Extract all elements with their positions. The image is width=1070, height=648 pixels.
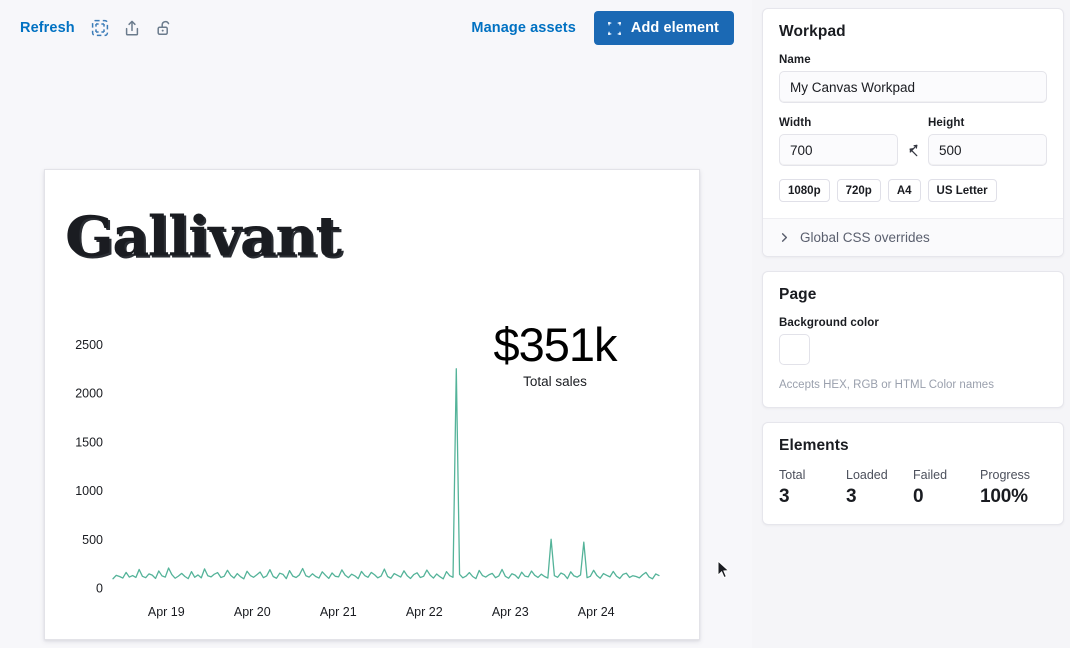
chart-series-line	[113, 369, 659, 579]
element-stat-label: Failed	[913, 468, 980, 482]
element-stat-value: 3	[846, 486, 913, 508]
chart-x-axis-ticks: Apr 19 Apr 20 Apr 21 Apr 22 Apr 23 Apr 24	[148, 605, 615, 619]
editor-toolbar: Refresh	[0, 0, 752, 56]
element-stat-label: Progress	[980, 468, 1047, 482]
chart-x-tick-label: Apr 20	[234, 605, 271, 619]
chart-x-tick-label: Apr 19	[148, 605, 185, 619]
global-css-overrides-accordion[interactable]: Global CSS overrides	[763, 218, 1063, 256]
element-stat: Failed 0	[913, 468, 980, 508]
element-stat: Total 3	[779, 468, 846, 508]
size-preset-button[interactable]: 1080p	[779, 179, 830, 202]
chart-y-tick-label: 500	[82, 533, 103, 547]
workpad-name-input[interactable]	[779, 71, 1047, 103]
chart-y-tick-label: 2500	[75, 338, 103, 352]
workpad-height-label: Height	[928, 117, 1047, 129]
page-settings-panel: Page Background color Accepts HEX, RGB o…	[762, 271, 1064, 408]
element-stat: Progress 100%	[980, 468, 1047, 508]
chart-y-axis-ticks: 0 500 1000 1500 2000 2500	[75, 338, 103, 596]
toolbar-right-group: Manage assets Add element	[471, 11, 734, 45]
workpad-size-presets: 1080p 720p A4 US Letter	[779, 179, 1047, 202]
page-panel-body: Page Background color Accepts HEX, RGB o…	[763, 272, 1063, 407]
global-css-overrides-label: Global CSS overrides	[800, 230, 930, 245]
chart-y-tick-label: 0	[96, 582, 103, 596]
elements-panel-title: Elements	[779, 437, 1047, 455]
refresh-button[interactable]: Refresh	[20, 21, 78, 36]
workpad-width-input[interactable]	[779, 134, 898, 166]
workpad-panel-body: Workpad Name Width Height	[763, 9, 1063, 218]
elements-panel: Elements Total3Loaded3Failed0Progress100…	[762, 422, 1064, 525]
workpad-canvas[interactable]: Gallivant 05001000150020002500 Apr 19Apr…	[44, 169, 700, 640]
chart-x-tick-label: Apr 21	[320, 605, 357, 619]
workpad-settings-panel: Workpad Name Width Height	[762, 8, 1064, 257]
chart-x-tick-label: Apr 23	[492, 605, 529, 619]
metric-value: $351k	[445, 320, 665, 369]
workpad-width-group: Width	[779, 117, 898, 166]
editor-area: Refresh	[0, 0, 752, 648]
chart-x-tick-label: Apr 24	[578, 605, 615, 619]
add-element-button[interactable]: Add element	[594, 11, 734, 45]
element-stat-label: Total	[779, 468, 846, 482]
workpad-element-metric[interactable]: $351k Total sales	[445, 320, 665, 389]
size-preset-button[interactable]: US Letter	[928, 179, 997, 202]
metric-label: Total sales	[445, 374, 665, 389]
workpad-height-input[interactable]	[928, 134, 1047, 166]
mouse-cursor	[717, 560, 731, 580]
swap-dimensions-icon[interactable]	[898, 134, 928, 166]
chart-y-tick-label: 1000	[75, 484, 103, 498]
logo-text: Gallivant	[65, 208, 340, 263]
workpad-name-label: Name	[779, 54, 1047, 66]
background-color-label: Background color	[779, 317, 1047, 329]
workpad-element-logo[interactable]: Gallivant	[65, 200, 365, 272]
manage-assets-button[interactable]: Manage assets	[471, 20, 575, 36]
size-preset-button[interactable]: 720p	[837, 179, 881, 202]
element-stat-value: 3	[779, 486, 846, 508]
page-panel-title: Page	[779, 286, 1047, 304]
element-stat: Loaded 3	[846, 468, 913, 508]
element-stat-label: Loaded	[846, 468, 913, 482]
chart-y-tick-label: 1500	[75, 435, 103, 449]
elements-stats-row: Total3Loaded3Failed0Progress100%	[779, 468, 1047, 508]
elements-panel-body: Elements Total3Loaded3Failed0Progress100…	[763, 423, 1063, 524]
right-sidebar: Workpad Name Width Height	[752, 0, 1070, 648]
workpad-size-row: Width Height	[779, 117, 1047, 166]
element-stat-value: 100%	[980, 486, 1047, 508]
toolbar-left-group: Refresh	[20, 19, 174, 38]
add-element-label: Add element	[631, 20, 719, 36]
workpad-width-label: Width	[779, 117, 898, 129]
workpad-panel-title: Workpad	[779, 23, 1047, 41]
chevron-right-icon	[779, 232, 790, 243]
add-element-icon	[607, 21, 622, 36]
share-export-icon[interactable]	[123, 19, 142, 38]
chart-x-tick-label: Apr 22	[406, 605, 443, 619]
size-preset-button[interactable]: A4	[888, 179, 921, 202]
background-color-hint: Accepts HEX, RGB or HTML Color names	[779, 379, 1047, 391]
chart-y-tick-label: 2000	[75, 387, 103, 401]
background-color-swatch[interactable]	[779, 334, 810, 365]
fullscreen-icon[interactable]	[91, 19, 110, 38]
element-stat-value: 0	[913, 486, 980, 508]
unlock-icon[interactable]	[155, 19, 174, 38]
workpad-height-group: Height	[928, 117, 1047, 166]
